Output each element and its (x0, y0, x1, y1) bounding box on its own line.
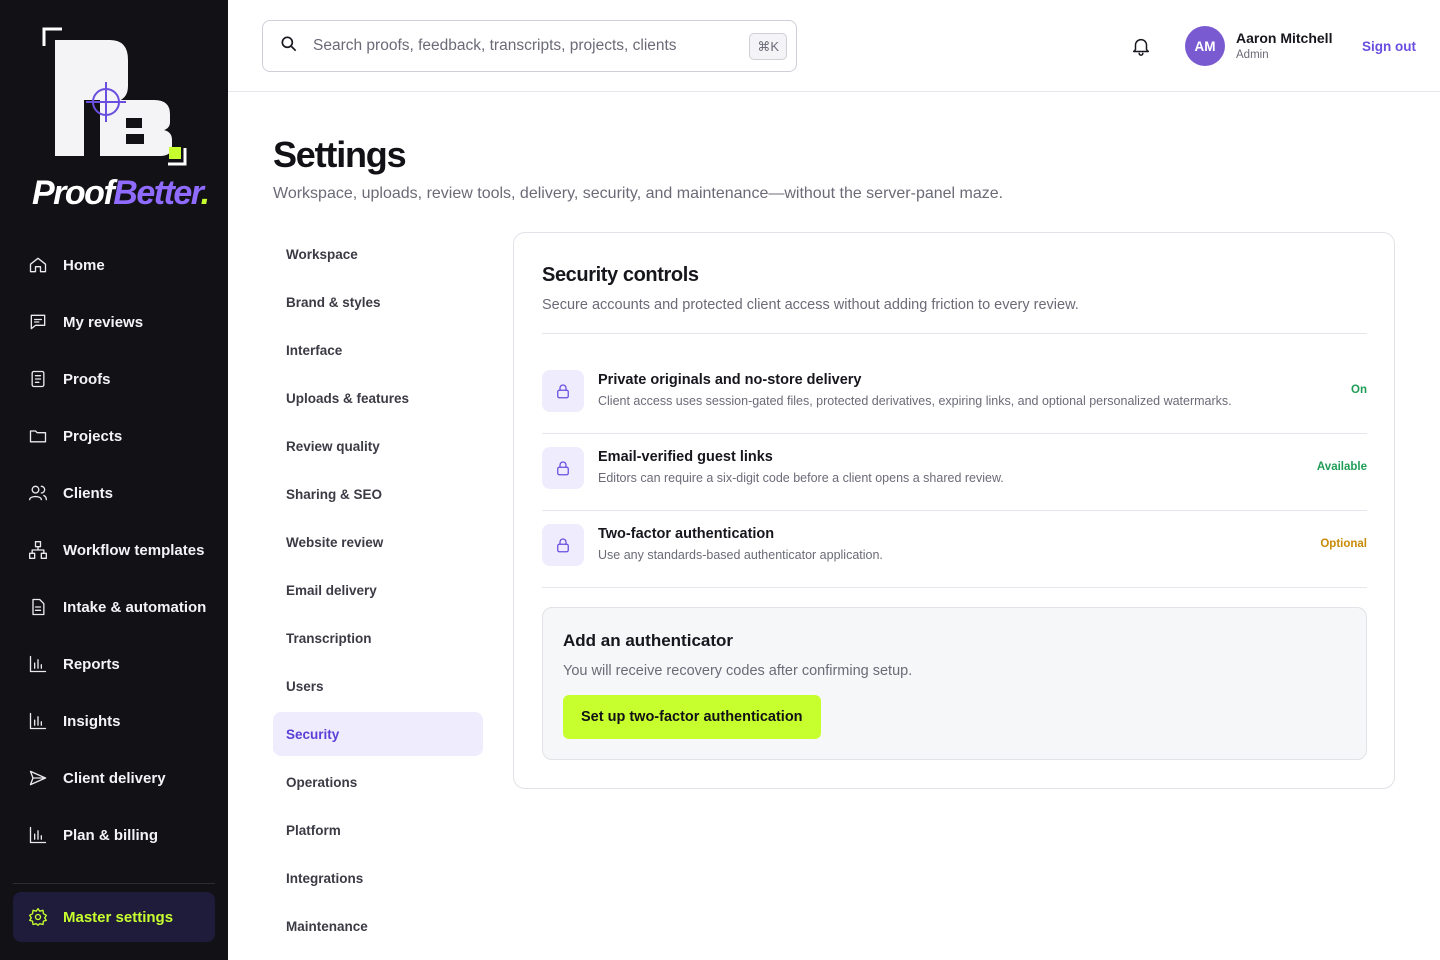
sidebar-item-projects[interactable]: Projects (13, 411, 215, 461)
settings-tab-maintenance[interactable]: Maintenance (273, 904, 483, 948)
sidebar-item-master-settings[interactable]: Master settings (13, 892, 215, 942)
sidebar-item-label: Plan & billing (63, 826, 159, 844)
sidebar-item-label: Clients (63, 484, 114, 502)
row-description: Client access uses session-gated files, … (598, 394, 1232, 408)
page-subtitle: Workspace, uploads, review tools, delive… (273, 185, 1004, 202)
status-badge: On (1351, 384, 1367, 396)
sign-out-link[interactable]: Sign out (1362, 39, 1416, 54)
file-icon (28, 597, 48, 617)
settings-tab-review-quality[interactable]: Review quality (273, 424, 483, 468)
user-role: Admin (1236, 49, 1269, 61)
sidebar-item-intake-automation[interactable]: Intake & automation (13, 582, 215, 632)
sidebar-item-reports[interactable]: Reports (13, 639, 215, 689)
settings-tab-uploads-features[interactable]: Uploads & features (273, 376, 483, 420)
panel-subtitle: You will receive recovery codes after co… (563, 663, 913, 679)
search-input[interactable] (313, 37, 733, 55)
settings-tab-workspace[interactable]: Workspace (273, 232, 483, 276)
send-icon (28, 768, 48, 788)
row-title: Private originals and no-store delivery (598, 372, 862, 388)
document-icon (28, 369, 48, 389)
search-box[interactable]: ⌘K (262, 20, 797, 72)
chat-icon (28, 312, 48, 332)
sidebar: ProofBetter. Home My reviews Proofs Proj… (0, 0, 228, 960)
bell-icon[interactable] (1130, 35, 1152, 57)
settings-tab-interface[interactable]: Interface (273, 328, 483, 372)
settings-tab-transcription[interactable]: Transcription (273, 616, 483, 660)
sidebar-item-client-delivery[interactable]: Client delivery (13, 753, 215, 803)
page-title: Settings (273, 134, 407, 175)
sidebar-item-clients[interactable]: Clients (13, 468, 215, 518)
settings-tab-platform[interactable]: Platform (273, 808, 483, 852)
sidebar-item-workflow-templates[interactable]: Workflow templates (13, 525, 215, 575)
sidebar-item-label: Home (63, 256, 105, 274)
brand-name-dot: . (200, 174, 210, 212)
security-row-email-verified-links[interactable]: Email-verified guest links Editors can r… (542, 434, 1367, 511)
divider (542, 333, 1367, 334)
sidebar-item-my-reviews[interactable]: My reviews (13, 297, 215, 347)
sidebar-item-home[interactable]: Home (13, 240, 215, 290)
security-controls-card: Security controls Secure accounts and pr… (513, 232, 1395, 789)
security-row-private-originals[interactable]: Private originals and no-store delivery … (542, 357, 1367, 434)
lock-icon (542, 447, 584, 489)
sidebar-item-label: Reports (63, 655, 120, 673)
bar-chart-icon (28, 825, 48, 845)
row-description: Use any standards-based authenticator ap… (598, 548, 883, 562)
card-subtitle: Secure accounts and protected client acc… (542, 297, 1079, 313)
sidebar-item-label: Client delivery (63, 769, 166, 787)
home-icon (28, 255, 48, 275)
settings-tab-integrations[interactable]: Integrations (273, 856, 483, 900)
brand-name-part2: Better (113, 174, 202, 212)
sidebar-item-label: Workflow templates (63, 541, 205, 559)
search-icon (279, 34, 299, 59)
status-badge: Optional (1320, 538, 1367, 550)
brand-wordmark: ProofBetter. (32, 174, 210, 213)
settings-tab-sharing-seo[interactable]: Sharing & SEO (273, 472, 483, 516)
lock-icon (542, 370, 584, 412)
sidebar-item-plan-billing[interactable]: Plan & billing (13, 810, 215, 860)
security-row-two-factor[interactable]: Two-factor authentication Use any standa… (542, 511, 1367, 588)
lock-icon (542, 524, 584, 566)
sidebar-item-label: Intake & automation (63, 598, 207, 616)
setup-2fa-button[interactable]: Set up two-factor authentication (563, 695, 821, 739)
sidebar-item-proofs[interactable]: Proofs (13, 354, 215, 404)
settings-tab-security[interactable]: Security (273, 712, 483, 756)
bar-chart-icon (28, 654, 48, 674)
settings-tab-brand-styles[interactable]: Brand & styles (273, 280, 483, 324)
settings-tab-operations[interactable]: Operations (273, 760, 483, 804)
row-description: Editors can require a six-digit code bef… (598, 471, 1004, 485)
brand-name-part1: Proof (32, 174, 115, 212)
topbar: ⌘K AM Aaron Mitchell Admin Sign out (228, 0, 1440, 92)
add-authenticator-panel: Add an authenticator You will receive re… (542, 607, 1367, 760)
workflow-icon (28, 540, 48, 560)
sidebar-item-label: Insights (63, 712, 121, 730)
settings-tab-website-review[interactable]: Website review (273, 520, 483, 564)
user-name: Aaron Mitchell (1236, 30, 1333, 46)
card-title: Security controls (542, 264, 699, 286)
sidebar-item-label: Master settings (63, 908, 174, 926)
sidebar-item-label: Projects (63, 427, 123, 445)
settings-tab-email-delivery[interactable]: Email delivery (273, 568, 483, 612)
sidebar-item-label: Proofs (63, 370, 111, 388)
folder-icon (28, 426, 48, 446)
sidebar-item-label: My reviews (63, 313, 144, 331)
settings-tab-users[interactable]: Users (273, 664, 483, 708)
sidebar-item-insights[interactable]: Insights (13, 696, 215, 746)
row-title: Email-verified guest links (598, 449, 773, 465)
panel-title: Add an authenticator (563, 631, 734, 650)
sidebar-divider (13, 883, 215, 884)
avatar[interactable]: AM (1185, 26, 1225, 66)
status-badge: Available (1316, 461, 1367, 473)
bar-chart-icon (28, 711, 48, 731)
row-title: Two-factor authentication (598, 526, 775, 542)
search-shortcut-badge: ⌘K (749, 33, 787, 60)
gear-icon (28, 907, 48, 927)
users-icon (28, 483, 48, 503)
